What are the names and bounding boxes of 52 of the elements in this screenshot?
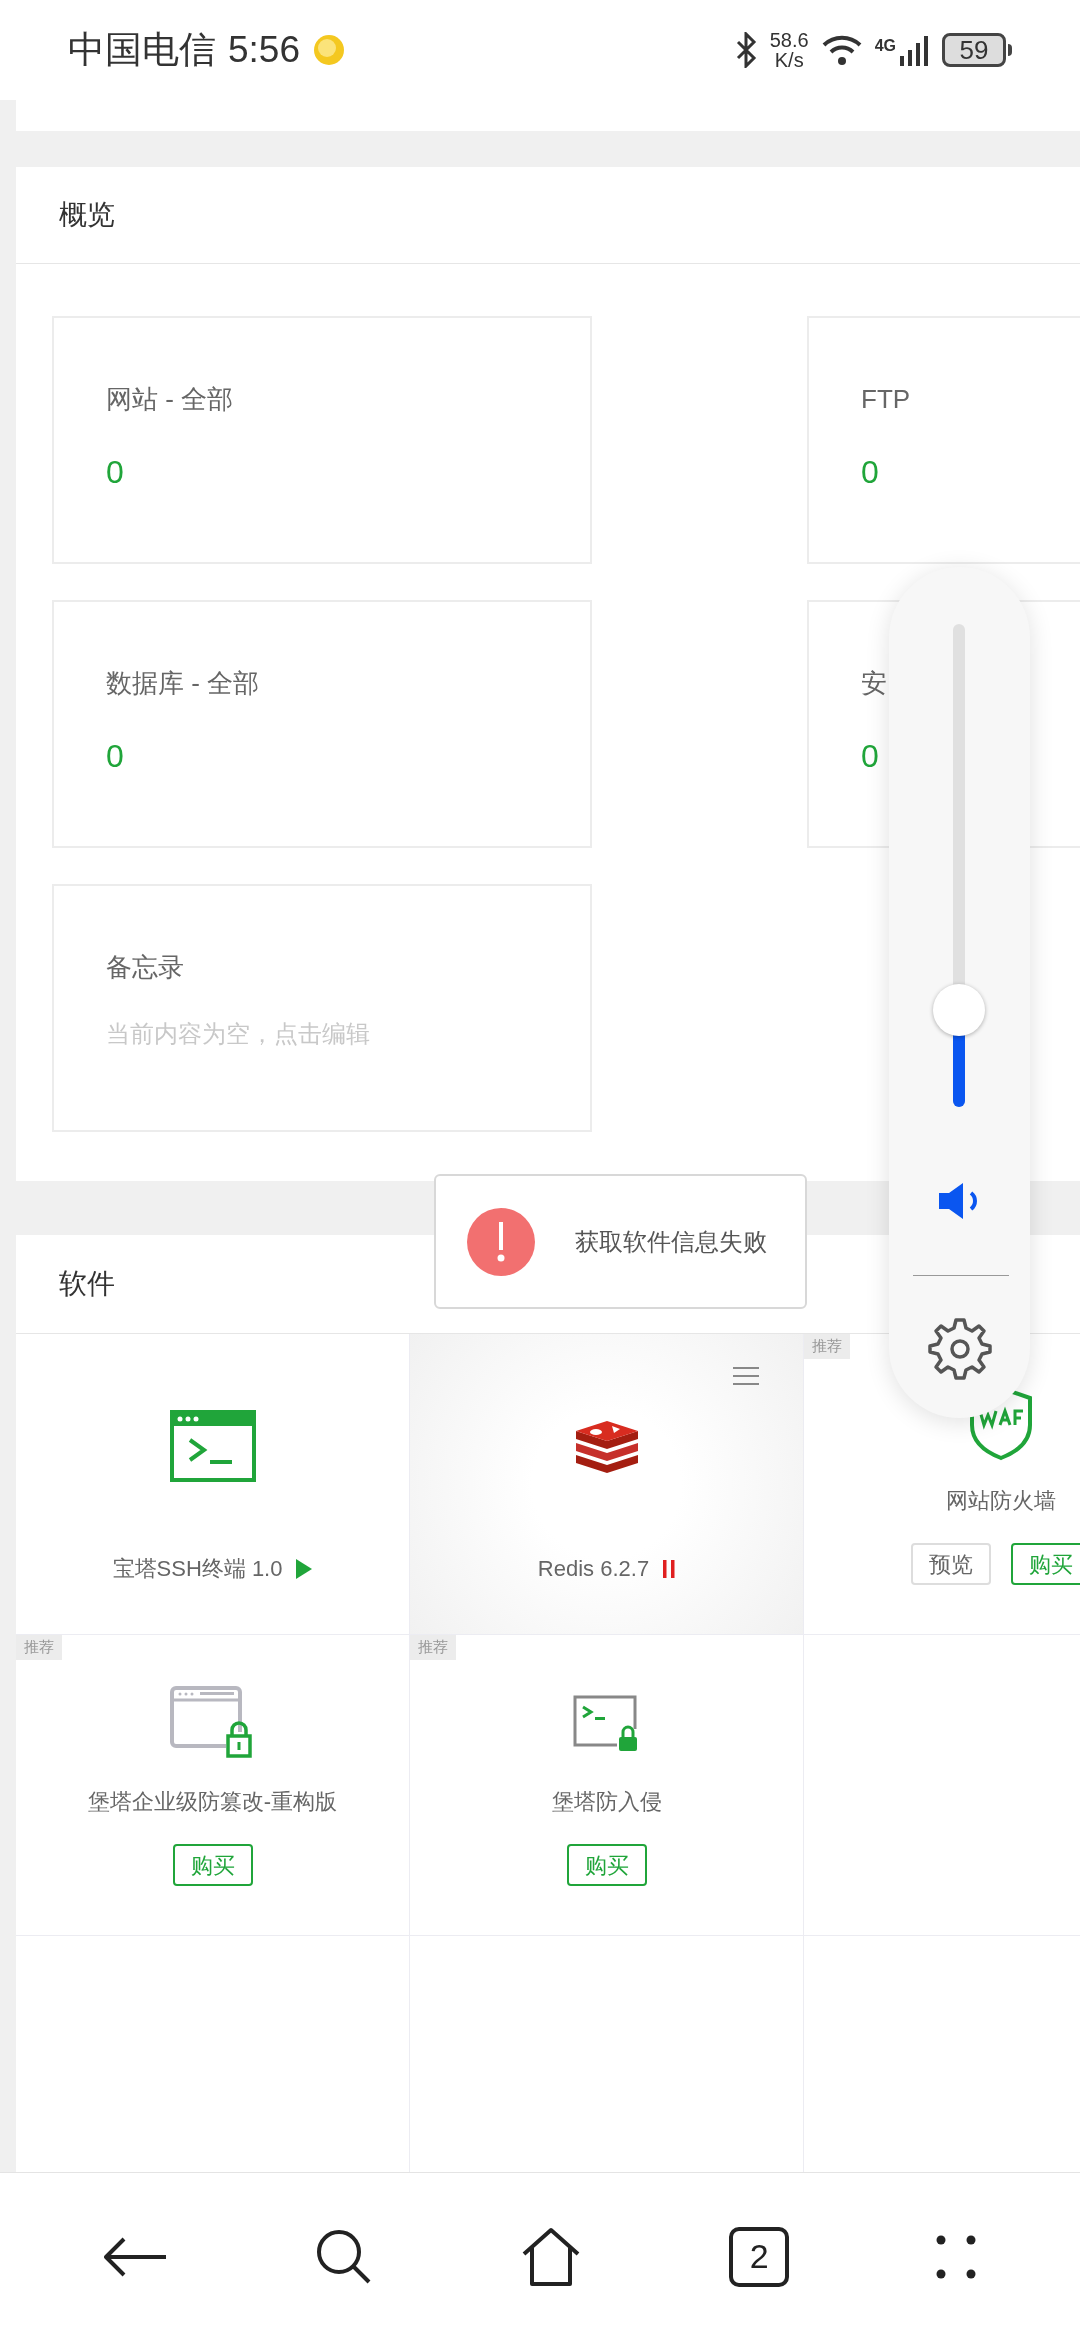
stat-card[interactable]: 数据库 - 全部 0 [52,600,592,848]
recommend-tag: 推荐 [804,1334,850,1359]
stat-value: 0 [106,740,125,772]
speed-unit: K/s [774,50,804,70]
menu-icon[interactable] [733,1367,759,1385]
software-tile[interactable]: 推荐 堡塔防入侵 购买 [410,1635,804,1936]
recommend-tag: 推荐 [410,1635,456,1660]
stat-label: 网站 - 全部 [106,386,235,412]
stat-card[interactable]: FTP 0 [807,316,1080,564]
software-name: 堡塔企业级防篡改-重构版 [87,1788,338,1816]
wifi-icon [820,33,863,67]
lemon-icon [312,33,346,67]
battery-indicator: 59 [942,33,1006,67]
software-name: Redis 6.2.7 [537,1555,650,1583]
network-speed: 58.6 [769,30,809,50]
software-name: 网站防火墙 [945,1487,1056,1515]
pause-icon[interactable] [663,1559,676,1578]
clock-time: 5:56 [228,28,300,73]
software-tile[interactable]: Redis 6.2.7 [410,1334,804,1635]
stat-label: 安 [861,670,888,696]
software-tile[interactable]: 宝塔SSH终端 1.0 [16,1334,410,1635]
recommend-tag: 推荐 [16,1635,62,1660]
back-icon[interactable] [103,2236,168,2277]
more-icon[interactable] [936,2234,977,2279]
software-name: 堡塔防入侵 [551,1788,662,1816]
slider-thumb[interactable] [933,984,985,1037]
terminal-icon [169,1410,256,1482]
carrier-name: 中国电信 [68,28,216,73]
play-icon[interactable] [296,1558,313,1579]
memo-title: 备忘录 [106,954,185,980]
buy-button[interactable]: 购买 [172,1844,253,1886]
toast-message: 获取软件信息失败 [575,1226,767,1257]
section-title: 软件 [59,1267,115,1301]
signal-icon [900,34,930,66]
tabs-button[interactable]: 2 [729,2226,790,2287]
network-type: 4G [874,36,896,56]
settings-icon[interactable] [928,1316,992,1380]
stat-label: FTP [861,386,912,412]
stat-label: 数据库 - 全部 [106,670,261,696]
volume-slider[interactable] [933,624,985,1107]
buy-button[interactable]: 购买 [1010,1543,1080,1585]
section-title: 概览 [59,198,115,232]
stat-card[interactable]: 网站 - 全部 0 [52,316,592,564]
preview-button[interactable]: 预览 [910,1543,991,1585]
stat-value: 0 [861,740,880,772]
stat-value: 0 [106,456,125,488]
alert-icon [467,1207,535,1276]
buy-button[interactable]: 购买 [566,1844,647,1886]
software-name: 宝塔SSH终端 1.0 [112,1555,283,1583]
search-icon[interactable] [314,2227,373,2286]
software-tile[interactable]: 推荐 堡塔企业级防篡改-重构版 购买 [16,1635,410,1936]
stat-value: 0 [861,456,880,488]
